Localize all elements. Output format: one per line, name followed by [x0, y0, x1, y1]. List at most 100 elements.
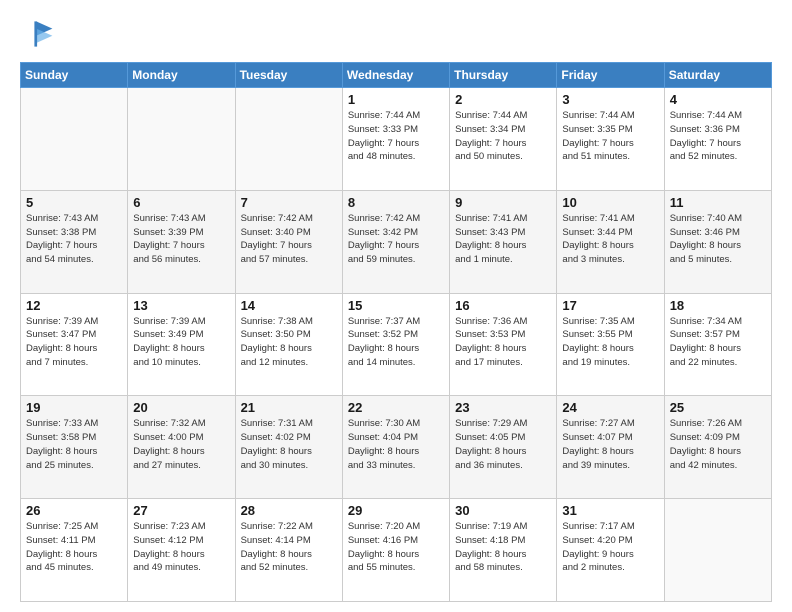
day-info: Sunrise: 7:31 AM Sunset: 4:02 PM Dayligh…	[241, 417, 337, 472]
day-number: 13	[133, 298, 229, 313]
calendar-cell: 1 Sunrise: 7:44 AM Sunset: 3:33 PM Daylig…	[342, 88, 449, 191]
calendar-cell: 7Sunrise: 7:42 AM Sunset: 3:40 PM Daylig…	[235, 190, 342, 293]
day-info: Sunrise: 7:23 AM Sunset: 4:12 PM Dayligh…	[133, 520, 229, 575]
calendar-cell: 21 Sunrise: 7:31 AM Sunset: 4:02 PM Dayli…	[235, 396, 342, 499]
day-info: Sunrise: 7:19 AM Sunset: 4:18 PM Dayligh…	[455, 520, 551, 575]
day-number: 10	[562, 195, 658, 210]
day-info: Sunrise: 7:44 AM Sunset: 3:36 PM Dayligh…	[670, 109, 766, 164]
weekday-header: Friday	[557, 63, 664, 88]
calendar-cell: 16 Sunrise: 7:36 AM Sunset: 3:53 PM Dayli…	[450, 293, 557, 396]
day-info: Sunrise: 7:44 AM Sunset: 3:33 PM Dayligh…	[348, 109, 444, 164]
day-number: 22	[348, 400, 444, 415]
day-info: Sunrise: 7:22 AM Sunset: 4:14 PM Dayligh…	[241, 520, 337, 575]
day-info: Sunrise: 7:43 AM Sunset: 3:39 PM Dayligh…	[133, 212, 229, 267]
calendar-cell: 20 Sunrise: 7:32 AM Sunset: 4:00 PM Dayli…	[128, 396, 235, 499]
day-info: Sunrise: 7:42 AM Sunset: 3:42 PM Dayligh…	[348, 212, 444, 267]
day-number: 9	[455, 195, 551, 210]
calendar-cell: 6 Sunrise: 7:43 AM Sunset: 3:39 PM Daylig…	[128, 190, 235, 293]
calendar-cell: 2Sunrise: 7:44 AM Sunset: 3:34 PM Daylig…	[450, 88, 557, 191]
calendar-cell: 23Sunrise: 7:29 AM Sunset: 4:05 PM Dayli…	[450, 396, 557, 499]
weekday-header: Thursday	[450, 63, 557, 88]
calendar-cell: 9 Sunrise: 7:41 AM Sunset: 3:43 PM Daylig…	[450, 190, 557, 293]
day-number: 11	[670, 195, 766, 210]
day-number: 26	[26, 503, 122, 518]
calendar-week-row: 5 Sunrise: 7:43 AM Sunset: 3:38 PM Daylig…	[21, 190, 772, 293]
day-number: 31	[562, 503, 658, 518]
calendar-cell: 15Sunrise: 7:37 AM Sunset: 3:52 PM Dayli…	[342, 293, 449, 396]
day-info: Sunrise: 7:41 AM Sunset: 3:43 PM Dayligh…	[455, 212, 551, 267]
day-info: Sunrise: 7:41 AM Sunset: 3:44 PM Dayligh…	[562, 212, 658, 267]
day-info: Sunrise: 7:38 AM Sunset: 3:50 PM Dayligh…	[241, 315, 337, 370]
calendar-week-row: 19 Sunrise: 7:33 AM Sunset: 3:58 PM Dayli…	[21, 396, 772, 499]
calendar-header-row: SundayMondayTuesdayWednesdayThursdayFrid…	[21, 63, 772, 88]
calendar-cell: 22 Sunrise: 7:30 AM Sunset: 4:04 PM Dayli…	[342, 396, 449, 499]
calendar-cell: 4 Sunrise: 7:44 AM Sunset: 3:36 PM Daylig…	[664, 88, 771, 191]
day-number: 14	[241, 298, 337, 313]
day-number: 21	[241, 400, 337, 415]
calendar-cell: 11 Sunrise: 7:40 AM Sunset: 3:46 PM Dayli…	[664, 190, 771, 293]
day-number: 4	[670, 92, 766, 107]
day-number: 20	[133, 400, 229, 415]
calendar-cell: 30 Sunrise: 7:19 AM Sunset: 4:18 PM Dayli…	[450, 499, 557, 602]
day-number: 29	[348, 503, 444, 518]
day-info: Sunrise: 7:20 AM Sunset: 4:16 PM Dayligh…	[348, 520, 444, 575]
day-info: Sunrise: 7:29 AM Sunset: 4:05 PM Dayligh…	[455, 417, 551, 472]
day-number: 6	[133, 195, 229, 210]
day-info: Sunrise: 7:39 AM Sunset: 3:47 PM Dayligh…	[26, 315, 122, 370]
calendar-cell	[235, 88, 342, 191]
calendar-week-row: 12 Sunrise: 7:39 AM Sunset: 3:47 PM Dayli…	[21, 293, 772, 396]
day-info: Sunrise: 7:17 AM Sunset: 4:20 PM Dayligh…	[562, 520, 658, 575]
logo	[20, 16, 62, 52]
day-number: 8	[348, 195, 444, 210]
day-number: 25	[670, 400, 766, 415]
day-number: 7	[241, 195, 337, 210]
calendar-week-row: 26 Sunrise: 7:25 AM Sunset: 4:11 PM Dayli…	[21, 499, 772, 602]
weekday-header: Saturday	[664, 63, 771, 88]
calendar-cell: 27 Sunrise: 7:23 AM Sunset: 4:12 PM Dayli…	[128, 499, 235, 602]
calendar-cell: 17Sunrise: 7:35 AM Sunset: 3:55 PM Dayli…	[557, 293, 664, 396]
day-info: Sunrise: 7:25 AM Sunset: 4:11 PM Dayligh…	[26, 520, 122, 575]
day-info: Sunrise: 7:33 AM Sunset: 3:58 PM Dayligh…	[26, 417, 122, 472]
calendar-cell: 10 Sunrise: 7:41 AM Sunset: 3:44 PM Dayli…	[557, 190, 664, 293]
calendar-cell: 19 Sunrise: 7:33 AM Sunset: 3:58 PM Dayli…	[21, 396, 128, 499]
day-info: Sunrise: 7:30 AM Sunset: 4:04 PM Dayligh…	[348, 417, 444, 472]
day-info: Sunrise: 7:39 AM Sunset: 3:49 PM Dayligh…	[133, 315, 229, 370]
day-number: 16	[455, 298, 551, 313]
day-info: Sunrise: 7:36 AM Sunset: 3:53 PM Dayligh…	[455, 315, 551, 370]
calendar-cell: 31 Sunrise: 7:17 AM Sunset: 4:20 PM Dayli…	[557, 499, 664, 602]
logo-icon	[20, 16, 56, 52]
calendar-cell: 8 Sunrise: 7:42 AM Sunset: 3:42 PM Daylig…	[342, 190, 449, 293]
calendar-cell: 28 Sunrise: 7:22 AM Sunset: 4:14 PM Dayli…	[235, 499, 342, 602]
calendar-cell: 12 Sunrise: 7:39 AM Sunset: 3:47 PM Dayli…	[21, 293, 128, 396]
day-number: 18	[670, 298, 766, 313]
day-number: 28	[241, 503, 337, 518]
day-number: 19	[26, 400, 122, 415]
day-number: 3	[562, 92, 658, 107]
day-number: 27	[133, 503, 229, 518]
day-info: Sunrise: 7:27 AM Sunset: 4:07 PM Dayligh…	[562, 417, 658, 472]
day-number: 5	[26, 195, 122, 210]
day-number: 15	[348, 298, 444, 313]
calendar-cell: 14 Sunrise: 7:38 AM Sunset: 3:50 PM Dayli…	[235, 293, 342, 396]
day-number: 2	[455, 92, 551, 107]
calendar-cell	[128, 88, 235, 191]
day-info: Sunrise: 7:35 AM Sunset: 3:55 PM Dayligh…	[562, 315, 658, 370]
day-info: Sunrise: 7:32 AM Sunset: 4:00 PM Dayligh…	[133, 417, 229, 472]
calendar-week-row: 1 Sunrise: 7:44 AM Sunset: 3:33 PM Daylig…	[21, 88, 772, 191]
day-info: Sunrise: 7:44 AM Sunset: 3:35 PM Dayligh…	[562, 109, 658, 164]
day-info: Sunrise: 7:40 AM Sunset: 3:46 PM Dayligh…	[670, 212, 766, 267]
day-number: 1	[348, 92, 444, 107]
calendar-cell: 3 Sunrise: 7:44 AM Sunset: 3:35 PM Daylig…	[557, 88, 664, 191]
day-info: Sunrise: 7:43 AM Sunset: 3:38 PM Dayligh…	[26, 212, 122, 267]
day-number: 12	[26, 298, 122, 313]
calendar-cell: 13 Sunrise: 7:39 AM Sunset: 3:49 PM Dayli…	[128, 293, 235, 396]
calendar-cell	[21, 88, 128, 191]
day-info: Sunrise: 7:34 AM Sunset: 3:57 PM Dayligh…	[670, 315, 766, 370]
calendar-cell: 29 Sunrise: 7:20 AM Sunset: 4:16 PM Dayli…	[342, 499, 449, 602]
day-number: 24	[562, 400, 658, 415]
header	[20, 16, 772, 52]
day-number: 30	[455, 503, 551, 518]
weekday-header: Tuesday	[235, 63, 342, 88]
page: SundayMondayTuesdayWednesdayThursdayFrid…	[0, 0, 792, 612]
day-info: Sunrise: 7:26 AM Sunset: 4:09 PM Dayligh…	[670, 417, 766, 472]
